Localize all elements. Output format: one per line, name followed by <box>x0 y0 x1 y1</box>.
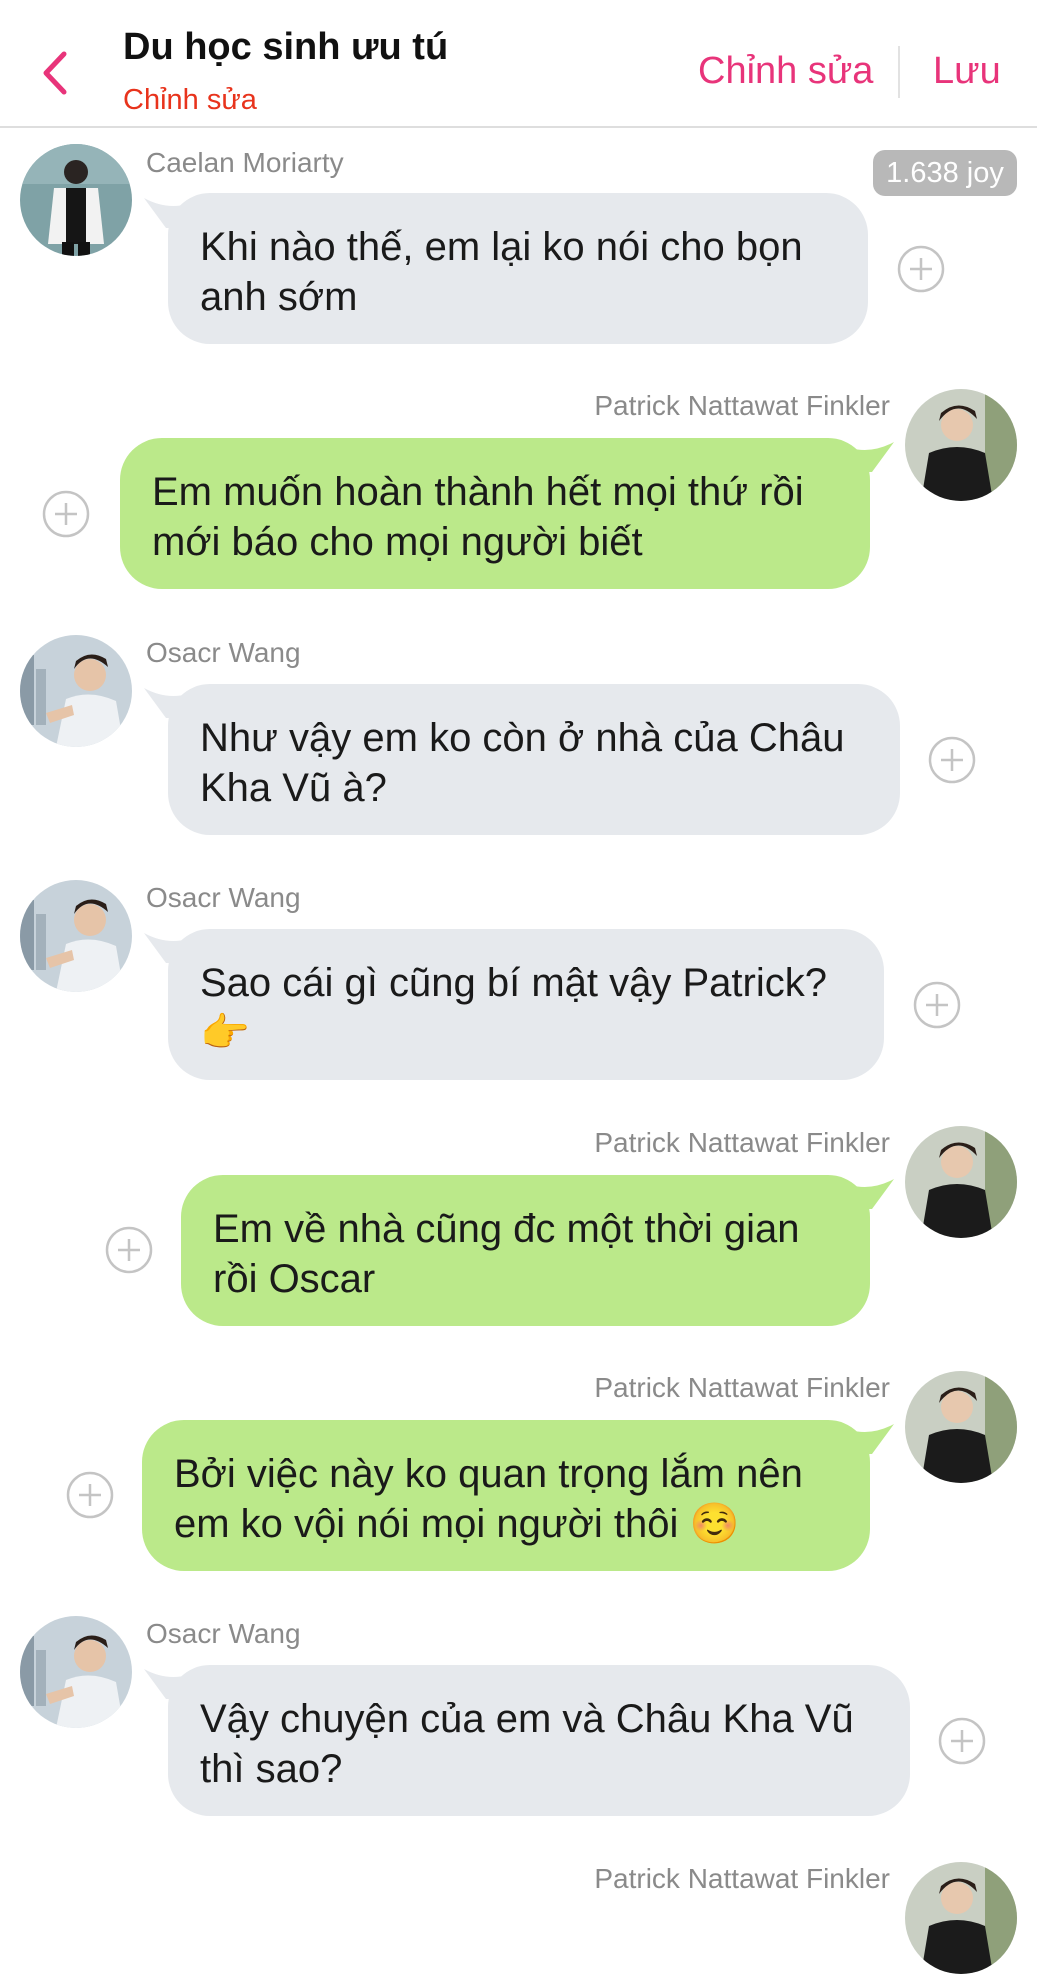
save-button[interactable]: Lưu <box>933 50 1001 93</box>
avatar-oscar[interactable] <box>20 880 132 992</box>
joy-badge: 1.638 joy <box>873 150 1017 196</box>
chat-title: Du học sinh ưu tú <box>123 26 449 68</box>
avatar-patrick[interactable] <box>905 1862 1017 1974</box>
message-bubble[interactable]: Như vậy em ko còn ở nhà của Châu Kha Vũ … <box>168 684 900 835</box>
plus-circle-icon[interactable] <box>42 490 90 538</box>
message-text-line: Sao cái gì cũng bí mật vậy Patrick? <box>200 961 827 1005</box>
message-text-line: mới báo cho mọi người biết <box>152 520 643 564</box>
chat-header: Du học sinh ưu tú Chỉnh sửa Chỉnh sửa Lư… <box>0 0 1037 128</box>
message-text-line: Em muốn hoàn thành hết mọi thứ rồi <box>152 470 804 514</box>
avatar-oscar[interactable] <box>20 635 132 747</box>
plus-circle-icon[interactable] <box>105 1226 153 1274</box>
chat-subtitle[interactable]: Chỉnh sửa <box>123 84 257 117</box>
message-text-line: thì sao? <box>200 1747 343 1791</box>
message-text-line: Vậy chuyện của em và Châu Kha Vũ <box>200 1697 854 1741</box>
chevron-left-icon[interactable] <box>38 48 72 98</box>
message-bubble[interactable]: Em muốn hoàn thành hết mọi thứ rồi mới b… <box>120 438 870 589</box>
sender-name: Patrick Nattawat Finkler <box>594 390 890 421</box>
avatar-patrick[interactable] <box>905 1371 1017 1483</box>
plus-circle-icon[interactable] <box>913 981 961 1029</box>
sender-name: Osacr Wang <box>146 882 301 913</box>
message-bubble[interactable]: Vậy chuyện của em và Châu Kha Vũ thì sao… <box>168 1665 910 1816</box>
avatar-patrick[interactable] <box>905 1126 1017 1238</box>
message-text-line: anh sớm <box>200 275 358 319</box>
avatar-caelan[interactable] <box>20 144 132 256</box>
message-bubble[interactable]: Khi nào thế, em lại ko nói cho bọn anh s… <box>168 193 868 344</box>
plus-circle-icon[interactable] <box>66 1471 114 1519</box>
message-bubble[interactable]: Bởi việc này ko quan trọng lắm nên em ko… <box>142 1420 870 1571</box>
message-text-line: Em về nhà cũng đc một thời gian <box>213 1207 800 1251</box>
plus-circle-icon[interactable] <box>938 1717 986 1765</box>
message-bubble[interactable]: Sao cái gì cũng bí mật vậy Patrick? 👉 <box>168 929 884 1080</box>
header-divider <box>898 46 900 98</box>
sender-name: Osacr Wang <box>146 1618 301 1649</box>
message-text-line: em ko vội nói mọi người thôi ☺️ <box>174 1502 740 1546</box>
message-text-line: Kha Vũ à? <box>200 766 387 810</box>
sender-name: Patrick Nattawat Finkler <box>594 1863 890 1894</box>
sender-name: Osacr Wang <box>146 637 301 668</box>
avatar-patrick[interactable] <box>905 389 1017 501</box>
message-text-line: Như vậy em ko còn ở nhà của Châu <box>200 716 845 760</box>
plus-circle-icon[interactable] <box>928 736 976 784</box>
sender-name: Caelan Moriarty <box>146 147 344 178</box>
edit-button[interactable]: Chỉnh sửa <box>698 50 873 93</box>
message-bubble[interactable]: Em về nhà cũng đc một thời gian rồi Osca… <box>181 1175 870 1326</box>
sender-name: Patrick Nattawat Finkler <box>594 1372 890 1403</box>
plus-circle-icon[interactable] <box>897 245 945 293</box>
message-text-line: rồi Oscar <box>213 1257 376 1301</box>
message-text-line: Khi nào thế, em lại ko nói cho bọn <box>200 225 803 269</box>
avatar-oscar[interactable] <box>20 1616 132 1728</box>
sender-name: Patrick Nattawat Finkler <box>594 1127 890 1158</box>
message-text-line: Bởi việc này ko quan trọng lắm nên <box>174 1452 803 1496</box>
message-text-line: 👉 <box>200 1011 250 1055</box>
